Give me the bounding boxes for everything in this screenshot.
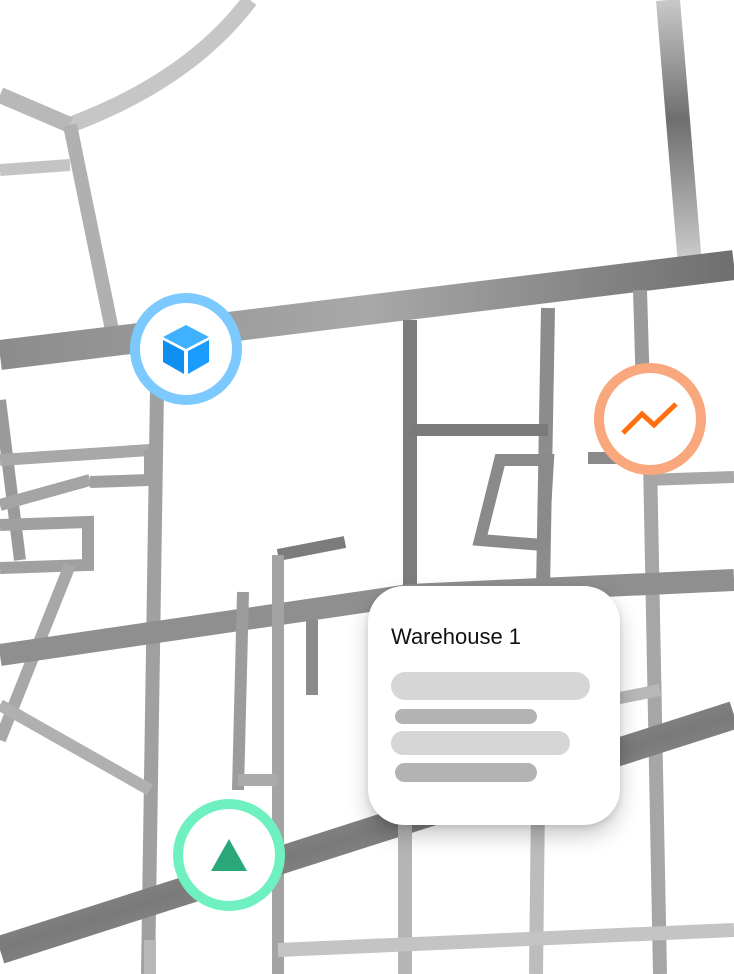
placeholder-line [391,672,590,700]
placeholder-line [395,709,537,724]
trend-up-icon [621,402,678,435]
warehouse-popup[interactable]: Warehouse 1 [368,586,620,825]
location-pin[interactable] [173,799,285,911]
placeholder-line [391,731,570,755]
trend-pin[interactable] [594,363,706,475]
triangle-icon [211,839,247,871]
street-map[interactable]: Warehouse 1 [0,0,734,974]
box-icon [163,325,209,374]
popup-title: Warehouse 1 [391,624,522,649]
placeholder-line [395,763,537,782]
map-roads [0,0,734,974]
warehouse-pin[interactable] [130,293,242,405]
